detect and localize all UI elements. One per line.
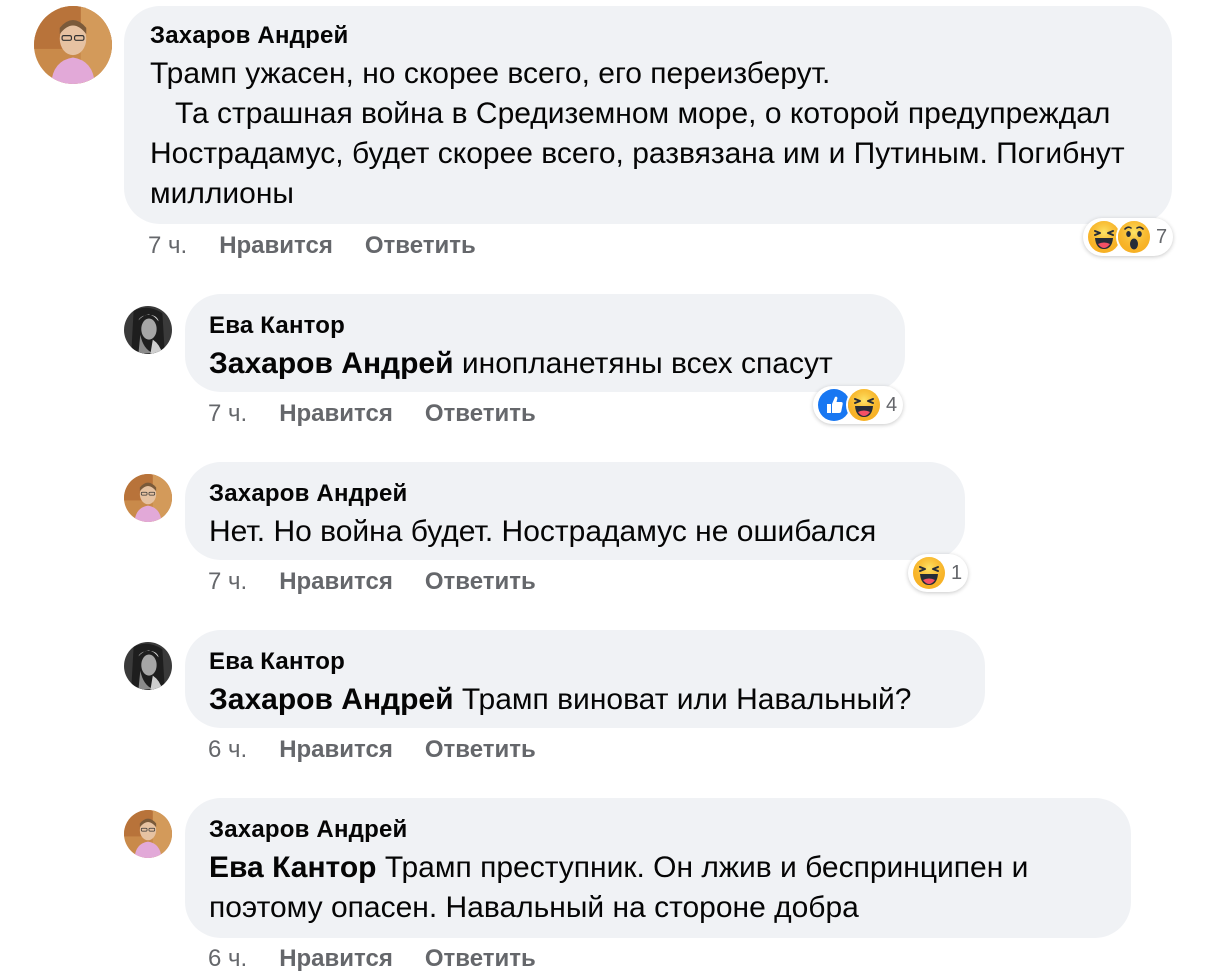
avatar[interactable] xyxy=(124,306,172,354)
comment-body: Трамп виноват или Навальный? xyxy=(461,683,912,716)
comment-bubble: Захаров Андрей Нет. Но война будет. Ност… xyxy=(185,462,965,560)
reaction-summary[interactable]: 7 xyxy=(1083,218,1174,256)
reaction-summary[interactable]: 4 xyxy=(813,386,904,424)
reaction-summary[interactable]: 1 xyxy=(908,554,969,592)
comment-author[interactable]: Ева Кантор xyxy=(209,312,881,340)
comment-bubble: Захаров Андрей Трамп ужасен, но скорее в… xyxy=(124,6,1172,224)
comment-timestamp[interactable]: 7 ч. xyxy=(208,567,247,597)
comment-meta: 7 ч. Нравится Ответить xyxy=(208,399,568,429)
comment-text: Захаров Андрей Трамп виноват или Навальн… xyxy=(209,680,961,720)
comment-author[interactable]: Захаров Андрей xyxy=(209,816,1107,844)
avatar[interactable] xyxy=(124,642,172,690)
mention-link[interactable]: Ева Кантор xyxy=(209,851,377,884)
mention-link[interactable]: Захаров Андрей xyxy=(209,347,454,380)
comment-meta: 6 ч. Нравится Ответить xyxy=(208,735,568,765)
haha-icon xyxy=(911,555,947,591)
comment-timestamp[interactable]: 7 ч. xyxy=(148,231,187,261)
avatar[interactable] xyxy=(34,6,112,84)
comment-bubble: Захаров Андрей Ева Кантор Трамп преступн… xyxy=(185,798,1131,938)
wow-icon xyxy=(1116,219,1152,255)
haha-icon xyxy=(846,387,882,423)
comment-author[interactable]: Захаров Андрей xyxy=(150,22,1146,50)
like-button[interactable]: Нравится xyxy=(279,567,393,597)
comment-text: Нет. Но война будет. Нострадамус не ошиб… xyxy=(209,515,877,548)
like-button[interactable]: Нравится xyxy=(279,944,393,974)
reply-button[interactable]: Ответить xyxy=(425,567,536,597)
comment-text: Ева Кантор Трамп преступник. Он лжив и б… xyxy=(209,848,1107,928)
comment-text: Захаров Андрей инопланетяны всех спасут xyxy=(209,344,881,384)
comment-bubble: Ева Кантор Захаров Андрей Трамп виноват … xyxy=(185,630,985,728)
comment-text: Трамп ужасен, но скорее всего, его переи… xyxy=(150,57,1125,210)
comment-timestamp[interactable]: 6 ч. xyxy=(208,944,247,974)
like-button[interactable]: Нравится xyxy=(279,399,393,429)
reply-button[interactable]: Ответить xyxy=(365,231,476,261)
avatar[interactable] xyxy=(124,810,172,858)
comment-thread: Захаров Андрей Трамп ужасен, но скорее в… xyxy=(0,0,1208,979)
comment-author[interactable]: Ева Кантор xyxy=(209,648,961,676)
comment-body: инопланетяны всех спасут xyxy=(461,347,833,380)
comment-bubble: Ева Кантор Захаров Андрей инопланетяны в… xyxy=(185,294,905,392)
reaction-count: 7 xyxy=(1156,226,1168,248)
comment-author[interactable]: Захаров Андрей xyxy=(209,480,941,508)
comment-timestamp[interactable]: 7 ч. xyxy=(208,399,247,429)
reply-button[interactable]: Ответить xyxy=(425,399,536,429)
like-button[interactable]: Нравится xyxy=(279,735,393,765)
reply-button[interactable]: Ответить xyxy=(425,944,536,974)
reaction-count: 4 xyxy=(886,394,898,416)
comment-meta: 6 ч. Нравится Ответить xyxy=(208,944,568,974)
comment-meta: 7 ч. Нравится Ответить xyxy=(148,231,508,261)
mention-link[interactable]: Захаров Андрей xyxy=(209,683,454,716)
comment-meta: 7 ч. Нравится Ответить xyxy=(208,567,568,597)
reply-button[interactable]: Ответить xyxy=(425,735,536,765)
reaction-count: 1 xyxy=(951,562,963,584)
like-button[interactable]: Нравится xyxy=(219,231,333,261)
avatar[interactable] xyxy=(124,474,172,522)
comment-timestamp[interactable]: 6 ч. xyxy=(208,735,247,765)
